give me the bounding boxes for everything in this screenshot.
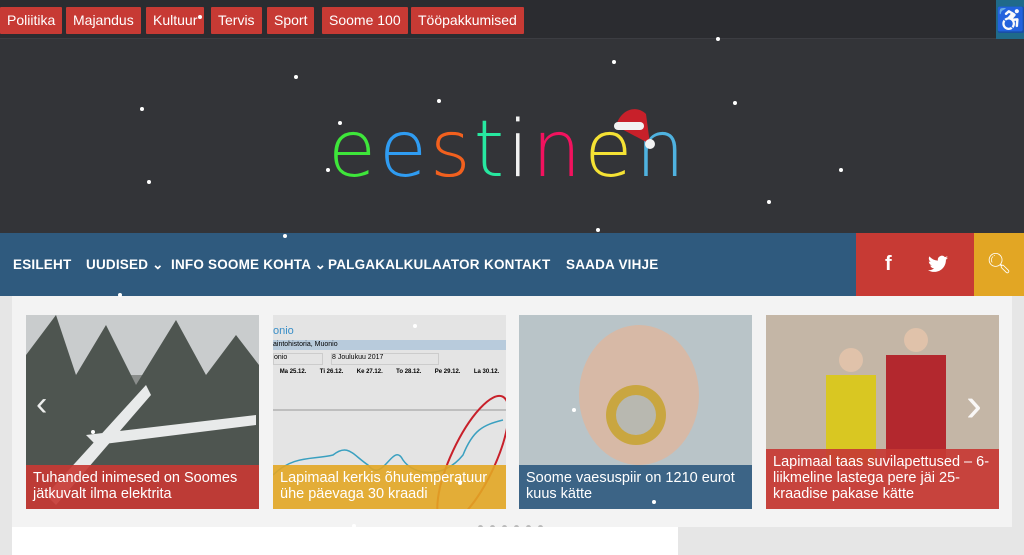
snowflake xyxy=(118,293,122,297)
nav-uudised-label: UUDISED xyxy=(86,257,149,272)
search-icon[interactable]: 🔍︎ xyxy=(974,233,1024,296)
chevron-down-icon: ⌄ xyxy=(314,257,327,272)
snowflake xyxy=(596,228,600,232)
logo-letter: n xyxy=(531,105,585,195)
facebook-icon[interactable]: f xyxy=(885,233,892,296)
snowflake xyxy=(612,60,616,64)
nav-info-label: INFO SOOME KOHTA xyxy=(171,257,311,272)
logo-letter: e xyxy=(379,105,430,195)
snowflake xyxy=(767,200,771,204)
card-caption[interactable]: Tuhanded inimesed on Soomes jätkuvalt il… xyxy=(26,465,259,509)
nav-palgakalkulaator[interactable]: PALGAKALKULAATOR xyxy=(328,233,480,296)
category-kultuur[interactable]: Kultuur xyxy=(146,7,205,34)
twitter-icon[interactable] xyxy=(928,233,948,299)
nav-info-soome-kohta[interactable]: INFO SOOME KOHTA ⌄ xyxy=(171,233,326,296)
site-header: eestinen xyxy=(0,39,1024,233)
category-majandus[interactable]: Majandus xyxy=(66,7,141,34)
chevron-down-icon: ⌄ xyxy=(152,257,164,272)
logo-letter: e xyxy=(328,105,379,195)
snowflake xyxy=(294,75,298,79)
snowflake xyxy=(839,168,843,172)
snowflake xyxy=(458,481,462,485)
nav-uudised[interactable]: UUDISED ⌄ xyxy=(86,233,164,296)
logo-letter: t xyxy=(473,105,508,195)
santa-hat-icon xyxy=(614,109,655,149)
top-bar: Poliitika Majandus Kultuur Tervis Sport … xyxy=(0,0,1024,39)
slider-card[interactable]: onio aintohistoria, Muonio onio 8 Jouluk… xyxy=(273,315,506,509)
snowflake xyxy=(91,430,95,434)
social-links: f xyxy=(856,233,974,296)
snowflake xyxy=(198,15,202,19)
main-nav: ESILEHT UUDISED ⌄ INFO SOOME KOHTA ⌄ PAL… xyxy=(0,233,1024,296)
slider-card[interactable]: Lapimaal taas suvilapettused – 6-liikmel… xyxy=(766,315,999,509)
card-caption[interactable]: Soome vaesuspiir on 1210 eurot kuus kätt… xyxy=(519,465,752,509)
snowflake xyxy=(283,234,287,238)
slider-card[interactable]: Tuhanded inimesed on Soomes jätkuvalt il… xyxy=(26,315,259,509)
category-toopakkumised[interactable]: Tööpakkumised xyxy=(411,7,524,34)
snowflake xyxy=(733,101,737,105)
snowflake xyxy=(572,408,576,412)
snowflake xyxy=(338,121,342,125)
logo-letter: s xyxy=(430,105,474,195)
snowflake xyxy=(352,524,356,528)
snowflake xyxy=(716,37,720,41)
snowflake xyxy=(413,324,417,328)
snowflake xyxy=(437,99,441,103)
snowflake xyxy=(652,500,656,504)
content-area xyxy=(12,527,678,555)
news-slider: Tuhanded inimesed on Soomes jätkuvalt il… xyxy=(12,296,1012,527)
category-soome-100[interactable]: Soome 100 xyxy=(322,7,408,34)
chevron-right-icon[interactable]: › xyxy=(966,378,982,433)
card-caption[interactable]: Lapimaal kerkis õhutemperatuur ühe päeva… xyxy=(273,465,506,509)
snowflake xyxy=(140,107,144,111)
logo-letter: i xyxy=(507,105,532,195)
snowflake xyxy=(326,168,330,172)
nav-kontakt[interactable]: KONTAKT xyxy=(484,233,550,296)
chevron-left-icon[interactable]: ‹ xyxy=(36,385,47,424)
category-poliitika[interactable]: Poliitika xyxy=(0,7,63,34)
snowflake xyxy=(147,180,151,184)
wheelchair-icon[interactable]: ♿ xyxy=(996,0,1024,42)
card-caption[interactable]: Lapimaal taas suvilapettused – 6-liikmel… xyxy=(766,449,999,509)
nav-saada-vihje[interactable]: SAADA VIHJE xyxy=(566,233,658,296)
category-tervis[interactable]: Tervis xyxy=(211,7,262,34)
slider-card[interactable]: Soome vaesuspiir on 1210 eurot kuus kätt… xyxy=(519,315,752,509)
category-sport[interactable]: Sport xyxy=(267,7,315,34)
nav-esileht[interactable]: ESILEHT xyxy=(13,233,71,296)
